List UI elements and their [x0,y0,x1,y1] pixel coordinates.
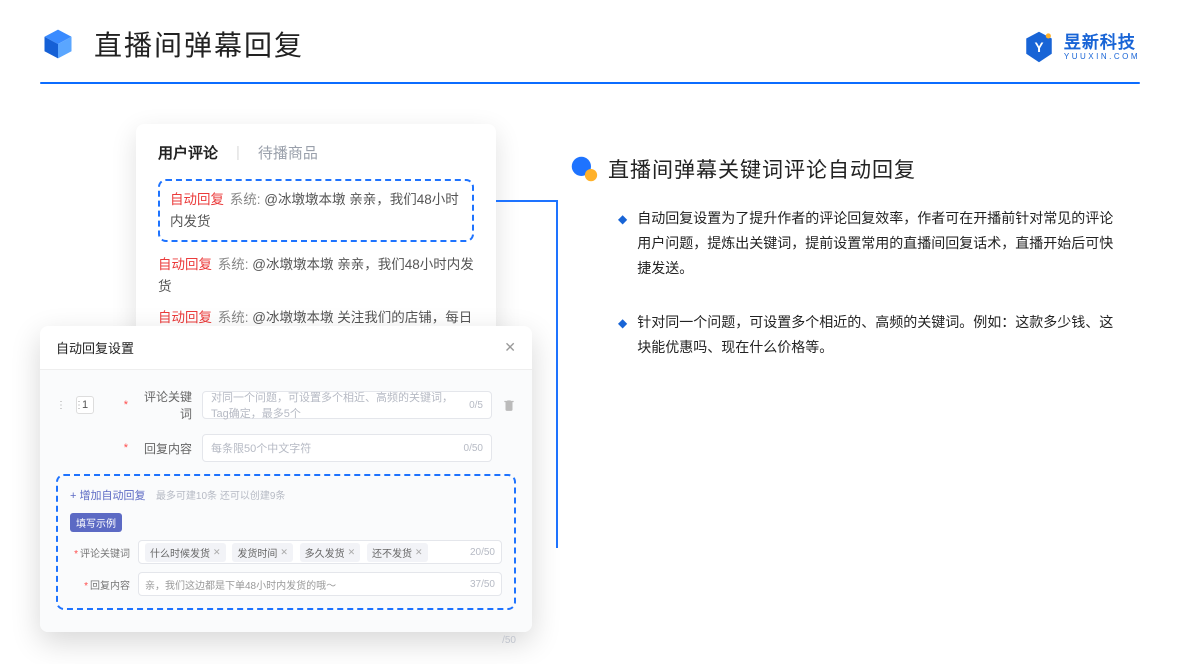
content-area: 用户评论 | 待播商品 自动回复 系统: @冰墩墩本墩 亲亲，我们48小时内发货… [0,84,1180,388]
content-input[interactable]: 每条限50个中文字符 0/50 [202,434,492,462]
example-content-count: 37/50 [470,579,495,590]
keyword-placeholder: 对同一个问题，可设置多个相近、高频的关键词，Tag确定，最多5个 [211,389,469,421]
keyword-tag[interactable]: 还不发货✕ [367,543,428,562]
add-auto-reply-link[interactable]: 增加自动回复 [70,487,145,503]
bullet-point: ◆ 针对同一个问题，可设置多个相近的、高频的关键词。例如：这款多少钱、这块能优惠… [570,310,1120,360]
system-label: 系统: [218,257,249,272]
drag-handle-icon[interactable]: ⋮⋮ [52,404,70,407]
required-mark: * [124,442,128,454]
example-keyword-count: 20/50 [470,547,495,558]
diamond-bullet-icon: ◆ [618,313,627,360]
settings-header: 自动回复设置 ✕ [40,326,532,370]
example-badge: 填写示例 [70,513,122,532]
brand-logo: Y 昱新科技 YUUXIN.COM [1022,30,1140,64]
keyword-tag[interactable]: 多久发货✕ [300,543,361,562]
settings-card: 自动回复设置 ✕ ⋮⋮ 1 * 评论关键词 对同一个问题，可设置多个相近、高频的… [40,326,532,632]
diamond-bullet-icon: ◆ [618,209,627,282]
right-heading: 直播间弹幕关键词评论自动回复 [570,154,1120,184]
footer-count: /50 [502,635,516,646]
delete-icon[interactable] [502,398,516,412]
right-column: 直播间弹幕关键词评论自动回复 ◆ 自动回复设置为了提升作者的评论回复效率，作者可… [570,124,1140,388]
add-hint: 最多可建10条 还可以创建9条 [156,491,285,502]
auto-reply-tag: 自动回复 [170,192,224,207]
page-title: 直播间弹幕回复 [94,24,304,64]
example-section: 增加自动回复 最多可建10条 还可以创建9条 填写示例 *评论关键词 什么时候发… [56,474,516,610]
brand-name-en: YUUXIN.COM [1064,53,1140,61]
settings-title: 自动回复设置 [56,338,134,357]
keyword-count: 0/5 [469,400,483,411]
bullet-text: 针对同一个问题，可设置多个相近的、高频的关键词。例如：这款多少钱、这块能优惠吗、… [637,310,1120,360]
left-column: 用户评论 | 待播商品 自动回复 系统: @冰墩墩本墩 亲亲，我们48小时内发货… [40,124,540,388]
example-keyword-row: *评论关键词 什么时候发货✕ 发货时间✕ 多久发货✕ 还不发货✕ 20/50 [70,540,502,564]
keyword-tag[interactable]: 什么时候发货✕ [145,543,226,562]
auto-reply-tag: 自动回复 [158,257,212,272]
header-cube-icon [40,26,76,62]
connector-line-v [556,200,558,548]
example-content-value: 亲，我们这边都是下单48小时内发货的哦～ [145,577,336,592]
content-count: 0/50 [464,443,483,454]
bullet-point: ◆ 自动回复设置为了提升作者的评论回复效率，作者可在开播前针对常见的评论用户问题… [570,206,1120,282]
comment-row: 自动回复 系统: @冰墩墩本墩 亲亲，我们48小时内发货 [158,254,474,297]
highlighted-comment: 自动回复 系统: @冰墩墩本墩 亲亲，我们48小时内发货 [158,179,474,242]
tab-separator: | [236,144,240,161]
right-title: 直播间弹幕关键词评论自动回复 [608,154,916,184]
example-content-input[interactable]: 亲，我们这边都是下单48小时内发货的哦～ 37/50 [138,572,502,596]
connector-line-h [496,200,558,202]
system-label: 系统: [218,310,249,325]
keyword-tag[interactable]: 发货时间✕ [232,543,293,562]
content-row: * 回复内容 每条限50个中文字符 0/50 [56,434,516,462]
example-keyword-input[interactable]: 什么时候发货✕ 发货时间✕ 多久发货✕ 还不发货✕ 20/50 [138,540,502,564]
example-keyword-label: *评论关键词 [70,545,130,560]
comment-row: 自动回复 系统: @冰墩墩本墩 亲亲，我们48小时内发货 [170,189,462,232]
tab-user-comments[interactable]: 用户评论 [158,142,218,163]
example-content-row: *回复内容 亲，我们这边都是下单48小时内发货的哦～ 37/50 [70,572,502,596]
brand-logo-icon: Y [1022,30,1056,64]
content-placeholder: 每条限50个中文字符 [211,440,311,456]
auto-reply-tag: 自动回复 [158,310,212,325]
keyword-input[interactable]: 对同一个问题，可设置多个相近、高频的关键词，Tag确定，最多5个 0/5 [202,391,492,419]
content-label: 回复内容 [134,440,192,457]
required-mark: * [124,399,128,411]
chat-bubble-icon [570,155,598,183]
page-header: 直播间弹幕回复 Y 昱新科技 YUUXIN.COM [0,0,1180,82]
example-tags: 什么时候发货✕ 发货时间✕ 多久发货✕ 还不发货✕ [145,543,432,562]
keyword-row: ⋮⋮ 1 * 评论关键词 对同一个问题，可设置多个相近、高频的关键词，Tag确定… [56,388,516,422]
svg-text:Y: Y [1034,40,1043,55]
comments-tabs: 用户评论 | 待播商品 [158,142,474,163]
example-content-label: *回复内容 [70,577,130,592]
tab-pending-goods[interactable]: 待播商品 [258,142,318,163]
keyword-label: 评论关键词 [134,388,192,422]
brand-name-cn: 昱新科技 [1064,34,1140,51]
close-icon[interactable]: ✕ [504,339,516,356]
system-label: 系统: [230,192,261,207]
bullet-text: 自动回复设置为了提升作者的评论回复效率，作者可在开播前针对常见的评论用户问题，提… [637,206,1120,282]
settings-body: ⋮⋮ 1 * 评论关键词 对同一个问题，可设置多个相近、高频的关键词，Tag确定… [40,370,532,632]
